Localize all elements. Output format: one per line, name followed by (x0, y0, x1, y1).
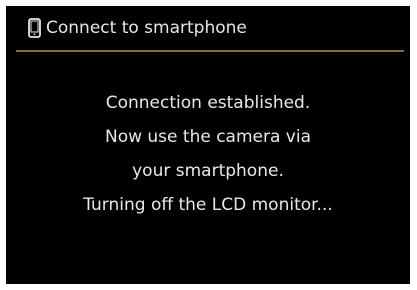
message-line: Turning off the LCD monitor... (83, 195, 333, 215)
page-title: Connect to smartphone (46, 18, 247, 38)
smartphone-icon (28, 18, 41, 38)
message-line: Connection established. (105, 93, 311, 113)
header-divider (16, 50, 404, 52)
camera-lcd-screen: Connect to smartphone Connection establi… (6, 6, 410, 284)
screen-header: Connect to smartphone (6, 6, 410, 50)
status-message: Connection established. Now use the came… (6, 86, 410, 222)
message-line: Now use the camera via (104, 127, 312, 147)
message-line: your smartphone. (132, 161, 284, 181)
